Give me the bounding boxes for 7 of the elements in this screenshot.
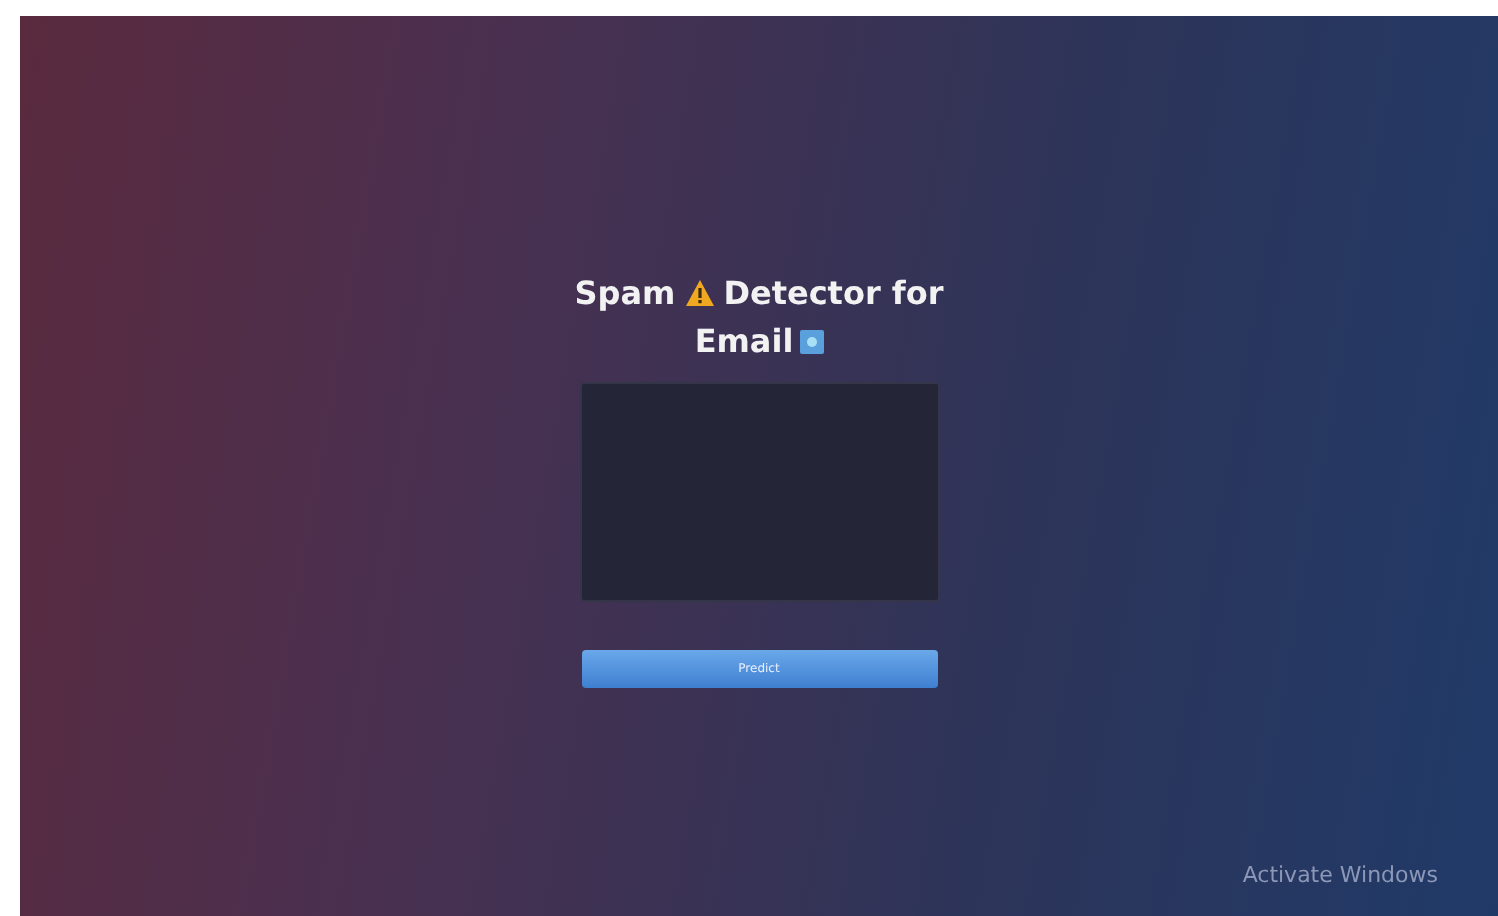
- title-text: Detector for: [723, 274, 944, 312]
- email-icon: [799, 330, 824, 354]
- warning-icon: [685, 280, 714, 306]
- message-field[interactable]: [579, 382, 939, 602]
- title-text: Email: [694, 322, 794, 360]
- title-text: Spam: [574, 274, 676, 312]
- activate-windows-notice: Activate Windows: [1242, 859, 1438, 891]
